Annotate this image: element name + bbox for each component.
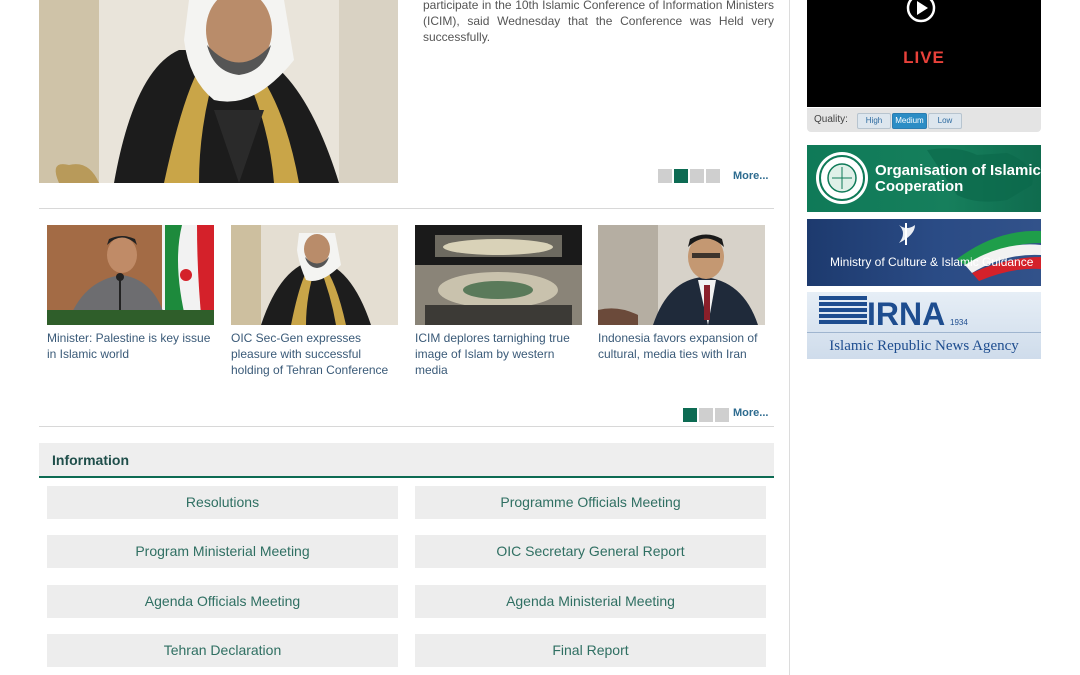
news-thumb-1[interactable]: Minister: Palestine is key issue in Isla… — [47, 225, 214, 362]
ministry-culture-title: Ministry of Culture & Islamic Guidance — [830, 255, 1034, 269]
information-title: Information — [52, 452, 129, 468]
ministry-culture-banner[interactable]: Ministry of Culture & Islamic Guidance — [807, 219, 1041, 286]
featured-summary: participate in the 10th Islamic Conferen… — [423, 0, 774, 44]
pager-dot[interactable] — [715, 408, 729, 422]
info-button-agenda-officials[interactable]: Agenda Officials Meeting — [47, 585, 398, 618]
featured-more-link[interactable]: More... — [733, 170, 768, 182]
pager-dot-active[interactable] — [674, 169, 688, 183]
news-thumb-image[interactable] — [598, 225, 765, 325]
news-thumb-caption[interactable]: Indonesia favors expansion of cultural, … — [598, 330, 765, 362]
column-divider — [789, 0, 790, 675]
news-thumb-4[interactable]: Indonesia favors expansion of cultural, … — [598, 225, 765, 362]
irna-banner[interactable]: IRNA 1934 Islamic Republic News Agency — [807, 292, 1041, 359]
news-thumb-caption[interactable]: Minister: Palestine is key issue in Isla… — [47, 330, 214, 362]
pager-dot[interactable] — [690, 169, 704, 183]
news-thumb-caption[interactable]: OIC Sec-Gen expresses pleasure with succ… — [231, 330, 398, 378]
news-thumb-3[interactable]: ICIM deplores tarnighing true image of I… — [415, 225, 582, 378]
pager-dot-active[interactable] — [683, 408, 697, 422]
svg-text:1934: 1934 — [950, 318, 968, 327]
quality-high-button[interactable]: High — [857, 113, 891, 129]
info-button-sg-report[interactable]: OIC Secretary General Report — [415, 535, 766, 568]
news-thumb-caption[interactable]: ICIM deplores tarnighing true image of I… — [415, 330, 582, 378]
news-thumb-image[interactable] — [415, 225, 582, 325]
live-label: LIVE — [903, 48, 945, 67]
info-button-tehran-declaration[interactable]: Tehran Declaration — [47, 634, 398, 667]
news-thumb-image[interactable] — [47, 225, 214, 325]
featured-pager[interactable] — [658, 169, 720, 183]
pager-dot[interactable] — [706, 169, 720, 183]
irna-banner-name: Islamic Republic News Agency — [829, 338, 1019, 354]
thumbs-pager[interactable] — [683, 408, 729, 422]
quality-low-button[interactable]: Low — [928, 113, 962, 129]
pager-dot[interactable] — [699, 408, 713, 422]
info-button-programme-officials[interactable]: Programme Officials Meeting — [415, 486, 766, 519]
pager-dot[interactable] — [658, 169, 672, 183]
play-icon[interactable] — [906, 0, 936, 23]
quality-label: Quality: — [814, 114, 848, 125]
quality-selector: Quality: High Medium Low — [807, 108, 1041, 132]
section-divider — [39, 426, 774, 427]
live-video-player[interactable]: LIVE — [807, 0, 1041, 107]
svg-text:IRNA: IRNA — [867, 296, 945, 332]
quality-medium-button[interactable]: Medium — [892, 113, 927, 129]
info-button-final-report[interactable]: Final Report — [415, 634, 766, 667]
oic-banner[interactable]: Organisation of Islamic Cooperation — [807, 145, 1041, 212]
featured-photo[interactable] — [39, 0, 398, 183]
thumbs-more-link[interactable]: More... — [733, 407, 768, 419]
oic-banner-title: Organisation of Islamic Cooperation — [875, 162, 1041, 195]
info-button-resolutions[interactable]: Resolutions — [47, 486, 398, 519]
information-header: Information — [39, 443, 774, 478]
section-divider — [39, 208, 774, 209]
info-button-agenda-ministerial[interactable]: Agenda Ministerial Meeting — [415, 585, 766, 618]
info-button-program-ministerial[interactable]: Program Ministerial Meeting — [47, 535, 398, 568]
news-thumb-2[interactable]: OIC Sec-Gen expresses pleasure with succ… — [231, 225, 398, 378]
news-thumb-image[interactable] — [231, 225, 398, 325]
